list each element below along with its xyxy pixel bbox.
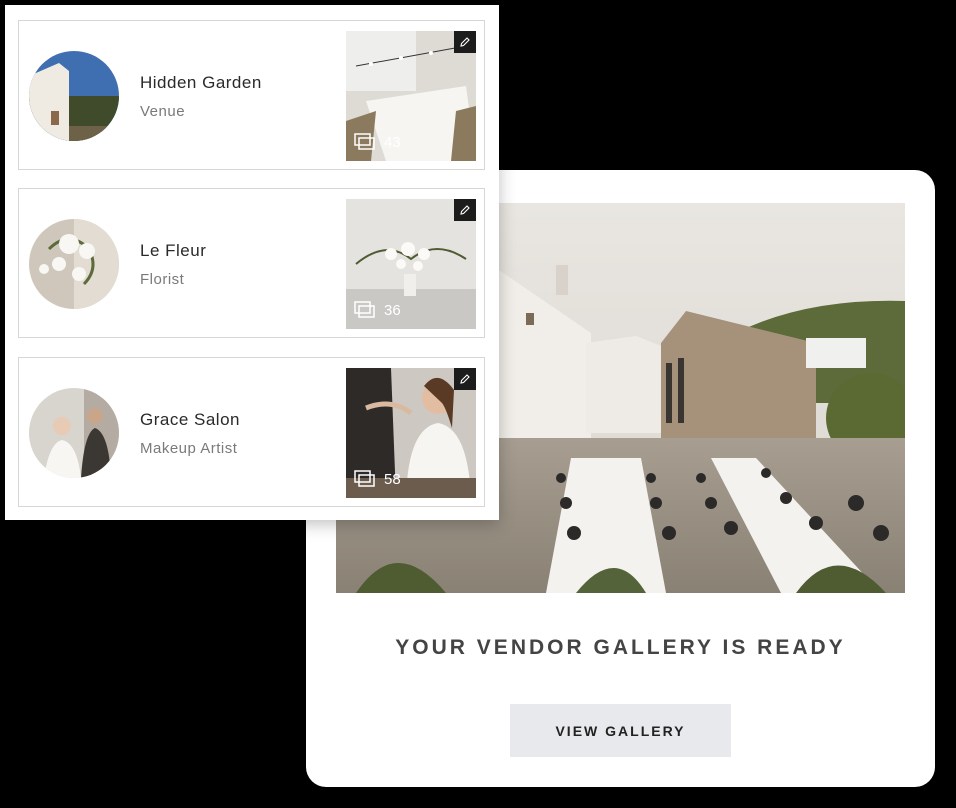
photo-count: 58 [354, 470, 401, 488]
pencil-icon [460, 374, 470, 384]
stacked-photos-icon [354, 133, 375, 150]
stacked-photos-icon [354, 470, 375, 487]
gallery-ready-heading: YOUR VENDOR GALLERY IS READY [395, 636, 846, 659]
vendor-avatar [29, 51, 119, 141]
vendor-card-grace-salon[interactable]: Grace Salon Makeup Artist 58 [18, 357, 485, 507]
pencil-icon [460, 205, 470, 215]
vendor-avatar [29, 388, 119, 478]
vendor-avatar [29, 219, 119, 309]
vendor-gallery-thumbnail[interactable]: 43 [346, 31, 476, 161]
edit-vendor-button[interactable] [454, 31, 476, 53]
vendor-name: Le Fleur [140, 241, 207, 260]
vendor-category: Makeup Artist [140, 440, 238, 457]
vendor-list-panel: Hidden Garden Venue 43 Le Fleur Florist … [5, 5, 499, 520]
vendor-category: Florist [140, 271, 185, 288]
vendor-name: Grace Salon [140, 410, 240, 429]
view-gallery-button[interactable]: VIEW GALLERY [510, 704, 731, 757]
stacked-photos-icon [354, 301, 375, 318]
vendor-card-hidden-garden[interactable]: Hidden Garden Venue 43 [18, 20, 485, 170]
photo-count-value: 58 [384, 470, 401, 488]
photo-count-value: 43 [384, 133, 401, 151]
pencil-icon [460, 37, 470, 47]
edit-vendor-button[interactable] [454, 368, 476, 390]
vendor-gallery-thumbnail[interactable]: 36 [346, 199, 476, 329]
vendor-gallery-thumbnail[interactable]: 58 [346, 368, 476, 498]
photo-count: 36 [354, 301, 401, 319]
photo-count-value: 36 [384, 301, 401, 319]
vendor-category: Venue [140, 103, 186, 120]
photo-count: 43 [354, 133, 401, 151]
edit-vendor-button[interactable] [454, 199, 476, 221]
vendor-name: Hidden Garden [140, 73, 262, 92]
vendor-card-le-fleur[interactable]: Le Fleur Florist 36 [18, 188, 485, 338]
